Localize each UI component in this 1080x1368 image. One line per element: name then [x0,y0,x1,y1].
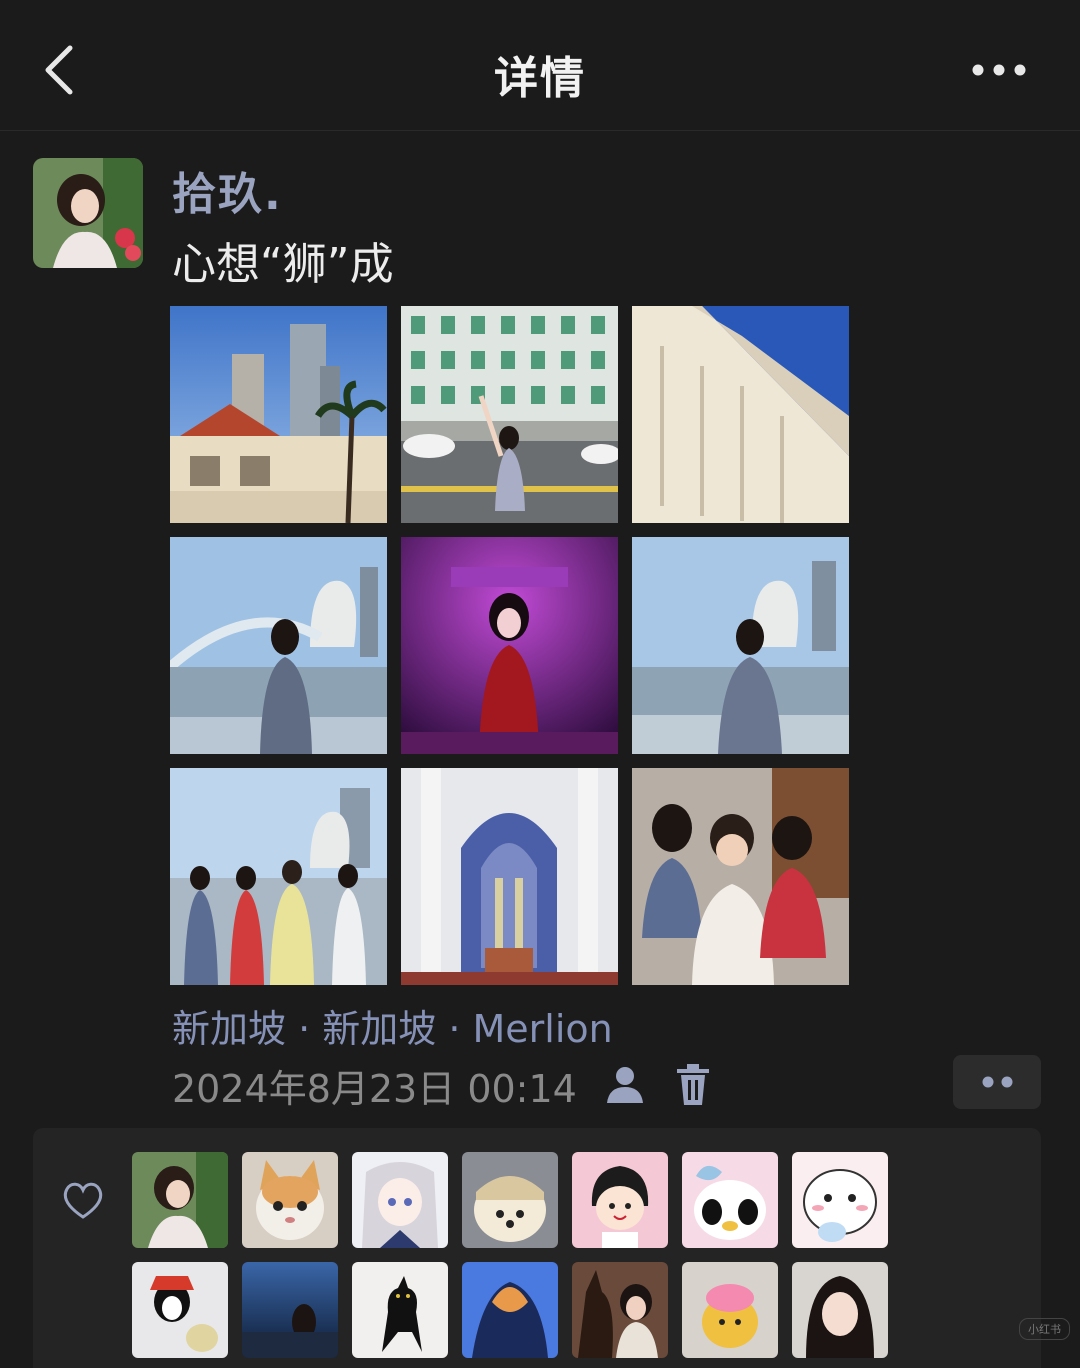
photo-5[interactable] [401,537,618,754]
liker-avatar[interactable] [682,1152,778,1248]
more-horizontal-icon[interactable] [972,58,1032,82]
likes-panel [33,1128,1041,1368]
liker-avatar[interactable] [352,1262,448,1358]
post-caption: 心想“狮”成 [172,239,394,290]
photo-2[interactable] [401,306,618,523]
liker-avatar[interactable] [462,1262,558,1358]
heart-icon [63,1182,103,1219]
liker-avatar[interactable] [572,1262,668,1358]
liker-avatar[interactable] [242,1152,338,1248]
photo-8[interactable] [401,768,618,985]
photo-1[interactable] [170,306,387,523]
liker-avatar[interactable] [242,1262,338,1358]
user-icon[interactable] [603,1063,647,1107]
photo-3[interactable] [632,306,849,523]
photo-6[interactable] [632,537,849,754]
liker-avatar[interactable] [132,1262,228,1358]
author-name[interactable]: 拾玖. [172,158,283,222]
photo-grid [170,306,850,986]
liker-avatar[interactable] [792,1152,888,1248]
post-meta: 2024年8月23日 00:14 [172,1060,713,1111]
page-title: 详情 [494,53,586,104]
photo-9[interactable] [632,768,849,985]
photo-7[interactable] [170,768,387,985]
liker-avatar[interactable] [572,1152,668,1248]
photo-4[interactable] [170,537,387,754]
top-bar: 详情 [0,0,1080,131]
post-timestamp: 2024年8月23日 00:14 [172,1066,577,1111]
watermark: 小红书 [1019,1318,1070,1340]
trash-icon[interactable] [673,1063,713,1107]
liker-avatar[interactable] [352,1152,448,1248]
liker-avatar[interactable] [132,1152,228,1248]
liker-avatar[interactable] [792,1262,888,1358]
liker-avatar[interactable] [682,1262,778,1358]
more-dots-icon [982,1076,1013,1088]
liker-avatar[interactable] [462,1152,558,1248]
author-avatar[interactable] [33,158,143,268]
location-link[interactable]: 新加坡 · 新加坡 · Merlion [172,998,613,1053]
post-action-button[interactable] [953,1055,1041,1109]
